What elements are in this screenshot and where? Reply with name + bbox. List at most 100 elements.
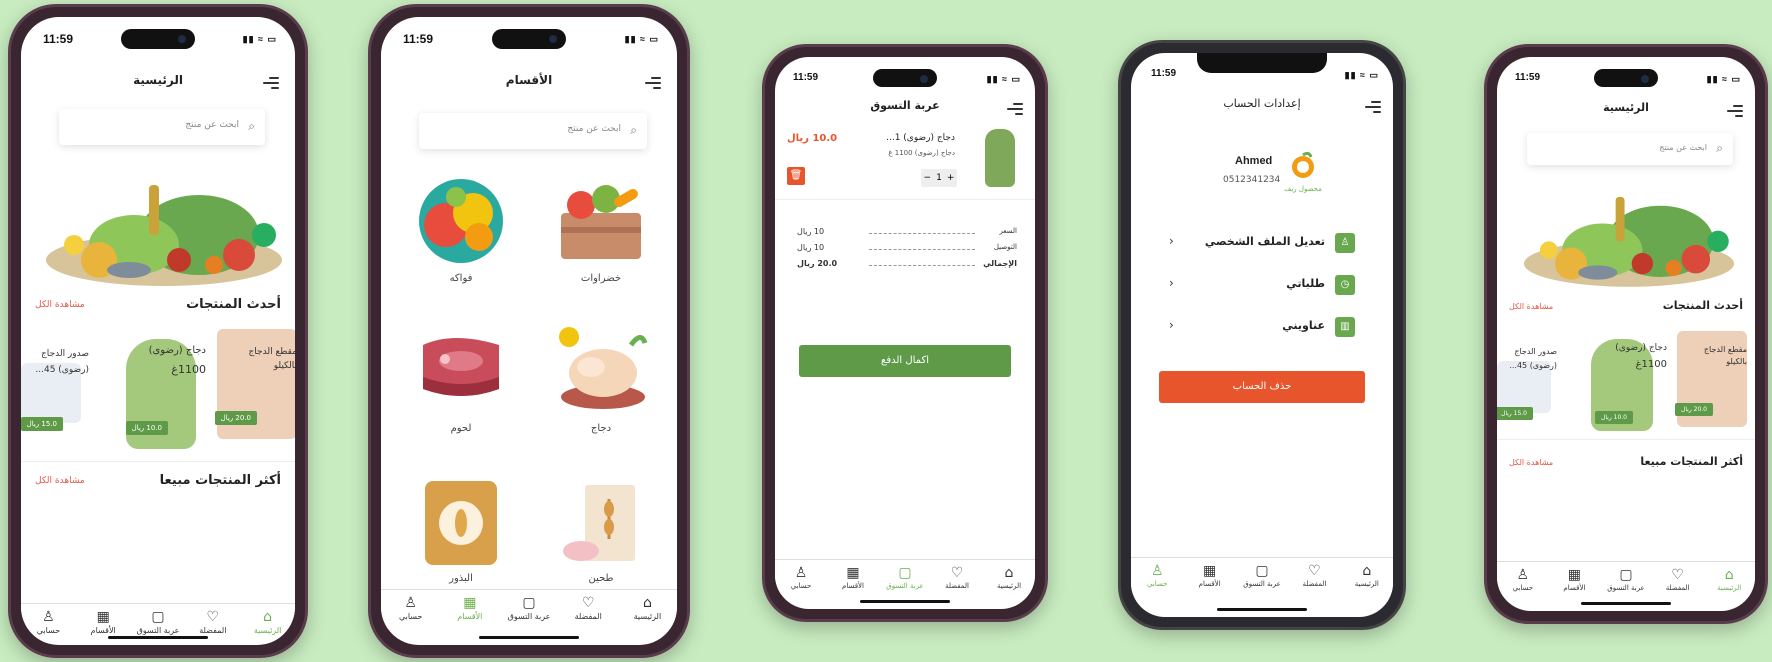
- menu-item-label: تعديل الملف الشخصي: [1204, 235, 1325, 248]
- menu-icon[interactable]: [263, 77, 279, 89]
- product-card[interactable]: دجاج (رضوى) 1100غ 10.0 ريال: [116, 329, 206, 449]
- tab-favorites[interactable]: ♡ المفضلة: [931, 564, 983, 595]
- tab-cart[interactable]: ▢ عربة التسوق: [1600, 566, 1652, 597]
- category-flour[interactable]: طحين: [541, 475, 661, 584]
- tab-home[interactable]: ⌂ الرئيسية: [621, 594, 673, 629]
- tab-account[interactable]: ♙ حسابي: [1497, 566, 1549, 597]
- best-section-header: أكثر المنتجات مبيعا مشاهدة الكل: [1509, 455, 1743, 475]
- tab-label: حسابي: [36, 626, 61, 635]
- product-card[interactable]: دجاج (رضوى) 1100غ 10.0 ريال: [1583, 331, 1667, 431]
- product-card[interactable]: صدور الدجاج (رضوى) 45... 15.0 ريال: [1497, 337, 1559, 427]
- quantity-stepper[interactable]: − 1 +: [921, 169, 957, 187]
- product-name: دجاج (رضوى): [148, 345, 206, 356]
- minus-button[interactable]: −: [924, 173, 932, 183]
- checkout-button[interactable]: اكمال الدفع: [799, 345, 1011, 377]
- menu-icon[interactable]: [1727, 105, 1743, 117]
- summary-row: السعر 10 ريال: [797, 227, 1017, 241]
- search-icon: ⌕: [1716, 141, 1723, 155]
- dash-line: [869, 265, 975, 266]
- summary-value: 10 ريال: [797, 243, 825, 252]
- delete-button[interactable]: 🗑: [787, 167, 805, 185]
- see-all-link[interactable]: مشاهدة الكل: [35, 300, 85, 310]
- product-name: مقطع الدجاج: [248, 347, 296, 357]
- search-input[interactable]: ⌕ ابحث عن منتج: [419, 113, 647, 149]
- tab-cart[interactable]: ▢ عربة التسوق: [1236, 562, 1288, 593]
- summary-value: 10 ريال: [797, 227, 825, 236]
- plus-button[interactable]: +: [947, 173, 955, 183]
- product-card[interactable]: مقطع الدجاج بالكيلو 20.0 ريال: [214, 329, 296, 439]
- tab-label: المفضلة: [1665, 584, 1690, 592]
- status-time: 11:59: [43, 32, 74, 46]
- tab-favorites[interactable]: ♡ المفضلة: [562, 594, 614, 629]
- latest-section-header: أحدث المنتجات مشاهدة الكل: [1509, 299, 1743, 319]
- tab-home[interactable]: ⌂ الرئيسية: [1341, 562, 1393, 593]
- tab-label: الأقسام: [1563, 584, 1586, 592]
- screen: 11:59 ▮▮ ≈ ▭ إعدادات الحساب محصول ريف Ah…: [1131, 53, 1393, 617]
- menu-item-addresses[interactable]: ▥ عناويني ‹: [1169, 315, 1355, 341]
- bag-icon: ▢: [522, 595, 536, 611]
- tab-categories[interactable]: ▦ الأقسام: [827, 564, 879, 595]
- delete-account-button[interactable]: حذف الحساب: [1159, 371, 1365, 403]
- divider: [21, 461, 295, 462]
- category-seeds[interactable]: البذور: [401, 475, 521, 584]
- category-chicken[interactable]: دجاج: [541, 325, 661, 434]
- tab-favorites[interactable]: ♡ المفضلة: [1652, 566, 1704, 597]
- status-icons: ▮▮ ≈ ▭: [624, 34, 659, 44]
- home-indicator: [1217, 608, 1307, 611]
- heart-icon: ♡: [1671, 567, 1684, 583]
- product-name-line2: (رضوى) 45...: [35, 365, 89, 375]
- heart-icon: ♡: [581, 595, 595, 611]
- category-label: طحين: [588, 573, 614, 584]
- menu-icon[interactable]: [1365, 101, 1381, 113]
- menu-item-orders[interactable]: ◷ طلباتي ‹: [1169, 273, 1355, 299]
- search-input[interactable]: ⌕ ابحث عن منتج: [59, 109, 265, 145]
- seeds-icon: [411, 475, 511, 565]
- search-icon: ⌕: [248, 119, 255, 133]
- phone-account: 11:59 ▮▮ ≈ ▭ إعدادات الحساب محصول ريف Ah…: [1118, 40, 1406, 630]
- tab-cart[interactable]: ▢ عربة التسوق: [503, 594, 555, 629]
- tab-account[interactable]: ♙ حسابي: [22, 608, 74, 643]
- home-icon: ⌂: [1004, 565, 1014, 581]
- screen: 11:59 ▮▮ ≈ ▭ عربة التسوق دجاج (رضوى) 1..…: [775, 57, 1035, 609]
- notch: [492, 29, 566, 49]
- bag-icon: ▢: [1255, 563, 1269, 579]
- chevron-left-icon: ‹: [1169, 276, 1174, 290]
- hero-image: [39, 165, 289, 293]
- see-all-link[interactable]: مشاهدة الكل: [1509, 302, 1553, 311]
- menu-item-edit-profile[interactable]: ♙ تعديل الملف الشخصي ‹: [1169, 231, 1355, 257]
- menu-icon[interactable]: [1007, 103, 1023, 115]
- screen: 11:59 ▮▮ ≈ ▭ الرئيسية ⌕ ابحث عن منتج أحد…: [1497, 57, 1755, 611]
- notch: [873, 69, 937, 87]
- best-title: أكثر المنتجات مبيعا: [159, 473, 281, 488]
- tab-home[interactable]: ⌂ الرئيسية: [1703, 566, 1755, 597]
- tab-account[interactable]: ♙ حسابي: [1131, 562, 1183, 593]
- tab-home[interactable]: ⌂ الرئيسية: [242, 608, 294, 643]
- tab-account[interactable]: ♙ حسابي: [385, 594, 437, 629]
- product-name-line2: بالكيلو: [273, 361, 295, 371]
- person-icon: ♙: [794, 565, 808, 581]
- see-all-link[interactable]: مشاهدة الكل: [35, 476, 85, 486]
- tab-account[interactable]: ♙ حسابي: [775, 564, 827, 595]
- category-meat[interactable]: لحوم: [401, 325, 521, 434]
- grid-icon: ▦: [846, 565, 860, 581]
- screen: 11:59 ▮▮ ≈ ▭ الأقسام ⌕ ابحث عن منتج خضرا…: [381, 17, 677, 645]
- tab-categories[interactable]: ▦ الأقسام: [1549, 566, 1601, 597]
- tab-home[interactable]: ⌂ الرئيسية: [983, 564, 1035, 595]
- menu-icon[interactable]: [645, 77, 661, 89]
- tab-categories[interactable]: ▦ الأقسام: [444, 594, 496, 629]
- search-input[interactable]: ⌕ ابحث عن منتج: [1527, 133, 1733, 165]
- tab-cart[interactable]: ▢ عربة التسوق: [879, 564, 931, 595]
- category-vegetables[interactable]: خضراوات: [541, 175, 661, 284]
- tab-label: عربة التسوق: [136, 626, 180, 635]
- product-card[interactable]: صدور الدجاج (رضوى) 45... 15.0 ريال: [21, 335, 91, 445]
- product-card[interactable]: مقطع الدجاج بالكيلو 20.0 ريال: [1674, 331, 1747, 427]
- category-fruits[interactable]: فواكه: [401, 175, 521, 284]
- see-all-link[interactable]: مشاهدة الكل: [1509, 458, 1553, 467]
- heart-icon: ♡: [1308, 563, 1321, 579]
- brand-logo: محصول ريف: [1281, 151, 1325, 195]
- tab-categories[interactable]: ▦ الأقسام: [1184, 562, 1236, 593]
- tab-favorites[interactable]: ♡ المفضلة: [1288, 562, 1340, 593]
- user-name: Ahmed: [1235, 155, 1273, 167]
- price-tag: 20.0 ريال: [214, 411, 257, 425]
- meat-icon: [411, 325, 511, 415]
